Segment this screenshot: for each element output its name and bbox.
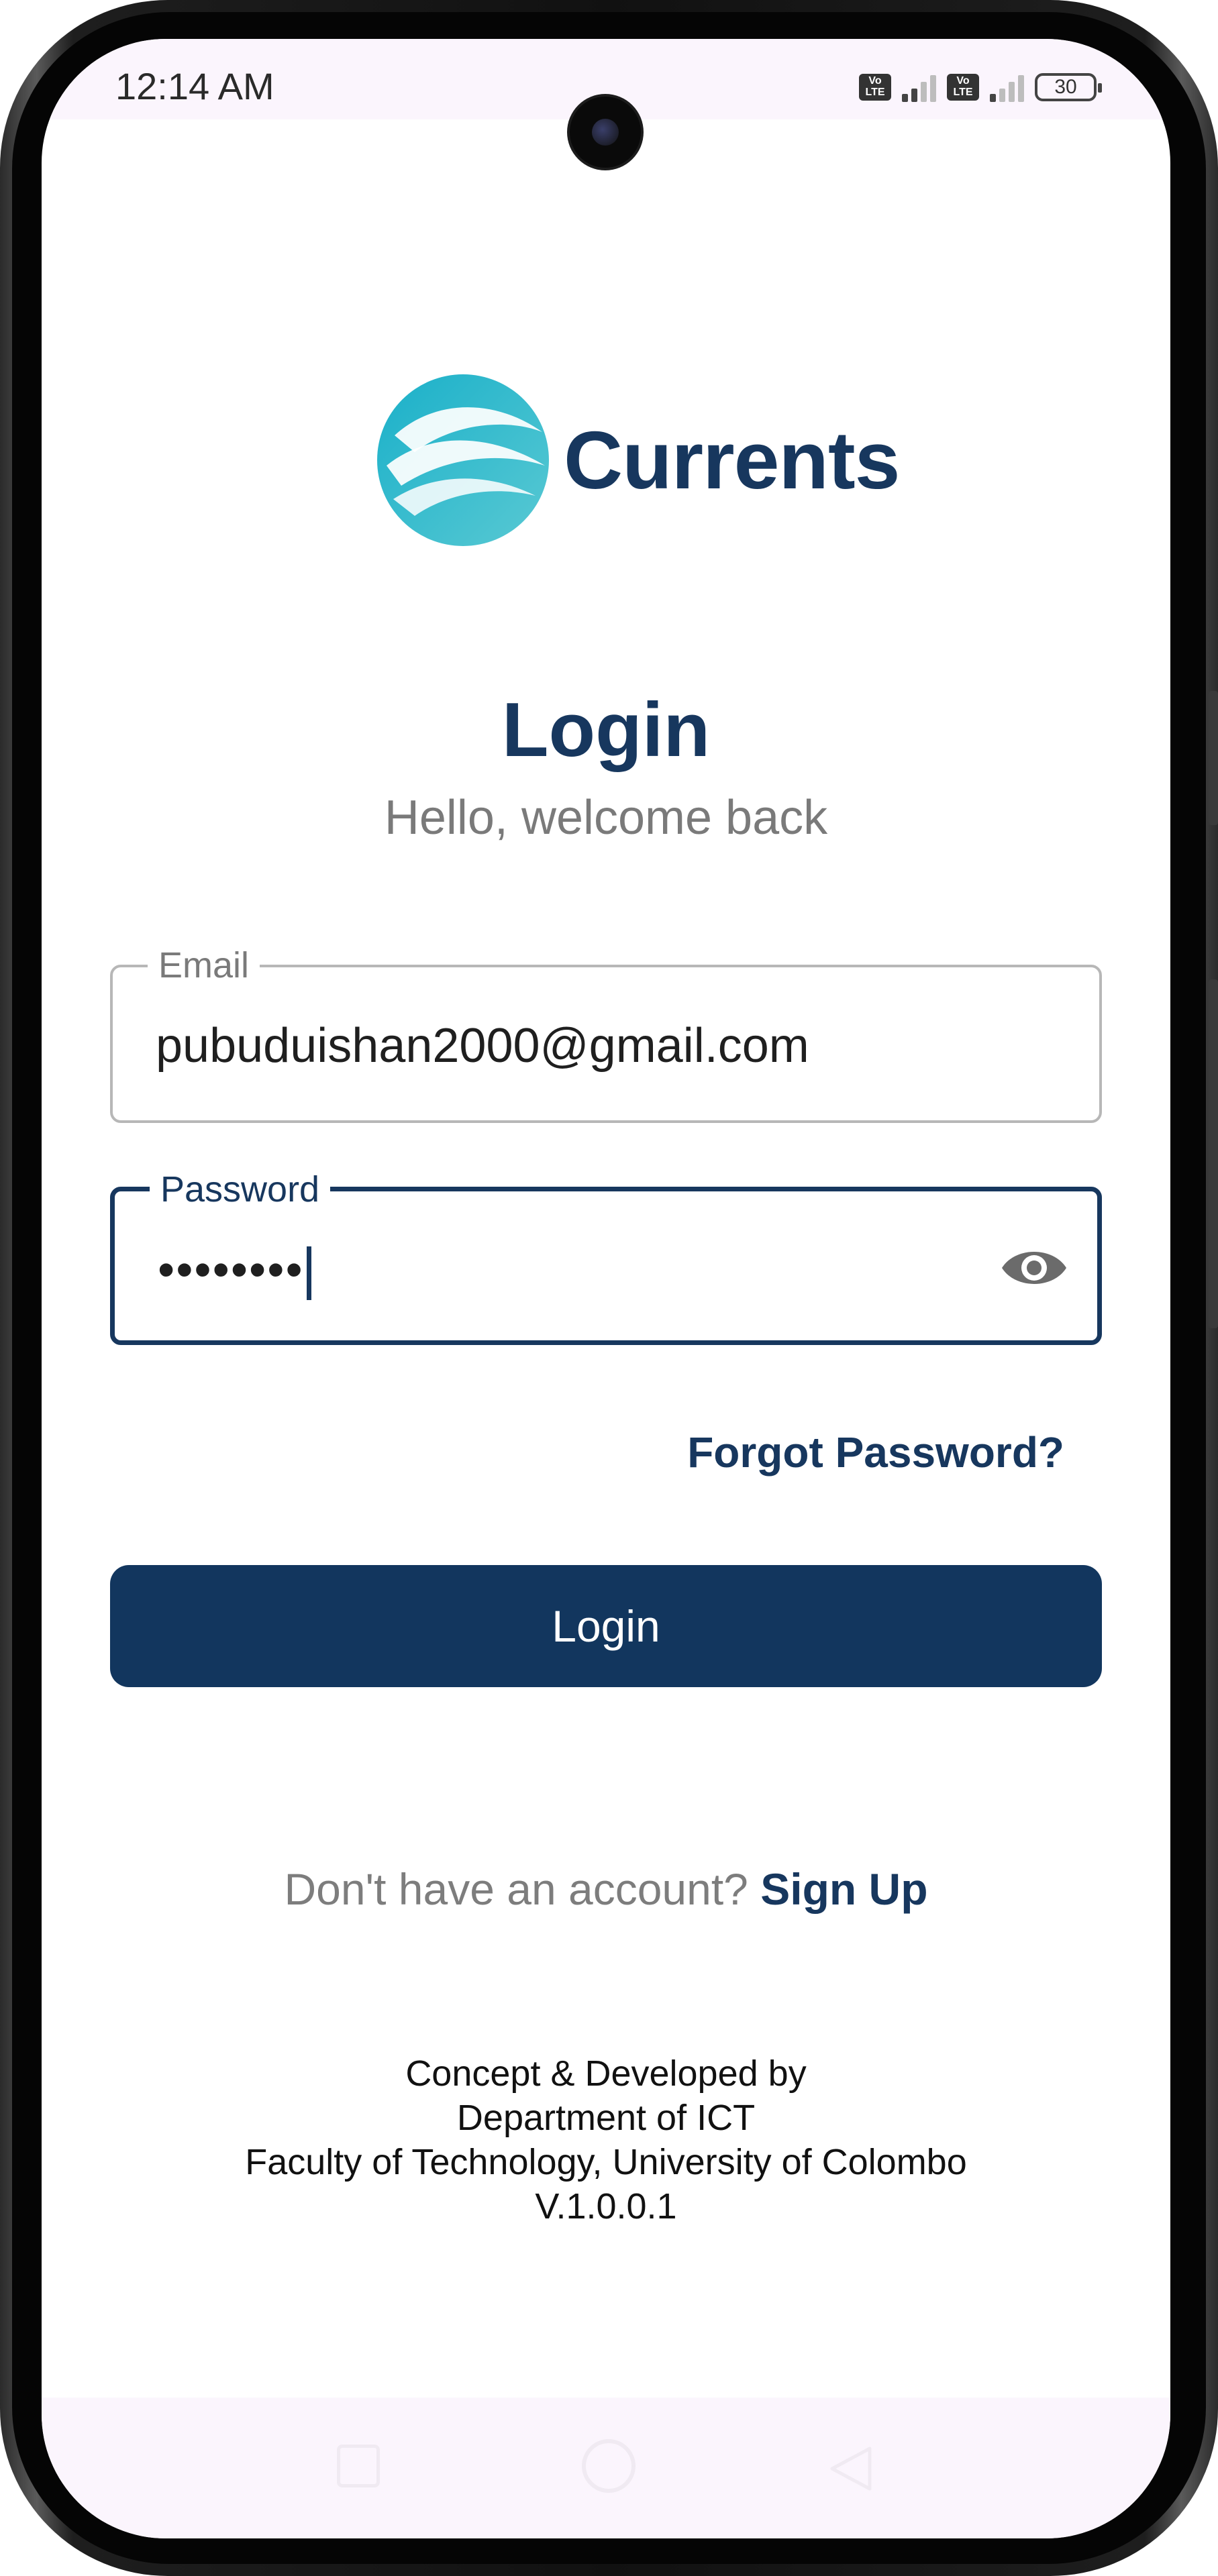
credits-line: Department of ICT bbox=[456, 2098, 756, 2138]
credits-line: Faculty of Technology, University of Col… bbox=[245, 2142, 967, 2182]
email-field[interactable]: Email pubuduishan2000@gmail.com bbox=[110, 942, 1102, 1123]
credits: Concept & Developed by Department of ICT… bbox=[42, 2051, 1170, 2229]
battery-icon: 30 bbox=[1035, 73, 1102, 101]
navigation-bar bbox=[42, 2398, 1170, 2538]
status-icons: Vo LTE Vo LTE 30 bbox=[859, 67, 1102, 107]
back-icon[interactable] bbox=[827, 2445, 874, 2493]
front-camera bbox=[570, 97, 641, 168]
signup-row: Don't have an account? Sign Up bbox=[42, 1864, 1170, 1915]
signal-icon bbox=[990, 72, 1024, 102]
app-name: Currents bbox=[564, 415, 900, 506]
version-label: V.1.0.0.1 bbox=[535, 2186, 677, 2226]
volte-icon: Vo LTE bbox=[859, 74, 891, 101]
password-field[interactable]: Password •••••••• bbox=[110, 1166, 1102, 1345]
signup-prompt: Don't have an account? bbox=[284, 1864, 748, 1914]
wave-logo-icon bbox=[377, 374, 549, 546]
screen: 12:14 AM Vo LTE Vo LTE 30 Currents Login… bbox=[42, 39, 1170, 2538]
email-value[interactable]: pubuduishan2000@gmail.com bbox=[156, 1016, 809, 1076]
text-cursor bbox=[306, 1246, 311, 1300]
password-dots: •••••••• bbox=[158, 1243, 304, 1297]
page-title: Login bbox=[501, 688, 711, 773]
volume-button bbox=[1209, 979, 1218, 1328]
signup-link[interactable]: Sign Up bbox=[760, 1864, 927, 1914]
password-label: Password bbox=[150, 1166, 331, 1213]
eye-icon[interactable] bbox=[999, 1244, 1069, 1292]
home-icon[interactable] bbox=[582, 2439, 636, 2493]
volte-icon: Vo LTE bbox=[947, 74, 979, 101]
recent-apps-icon[interactable] bbox=[337, 2445, 380, 2487]
email-label: Email bbox=[148, 942, 260, 989]
credits-line: Concept & Developed by bbox=[405, 2053, 807, 2094]
signal-icon bbox=[902, 72, 936, 102]
app-logo: Currents bbox=[374, 372, 900, 549]
page-subtitle: Hello, welcome back bbox=[384, 791, 828, 845]
login-button[interactable]: Login bbox=[110, 1565, 1102, 1687]
phone-frame: 12:14 AM Vo LTE Vo LTE 30 Currents Login… bbox=[0, 0, 1218, 2576]
password-value[interactable]: •••••••• bbox=[158, 1240, 311, 1300]
status-time: 12:14 AM bbox=[115, 65, 274, 107]
power-button bbox=[1209, 691, 1218, 825]
forgot-password-link[interactable]: Forgot Password? bbox=[687, 1428, 1064, 1477]
